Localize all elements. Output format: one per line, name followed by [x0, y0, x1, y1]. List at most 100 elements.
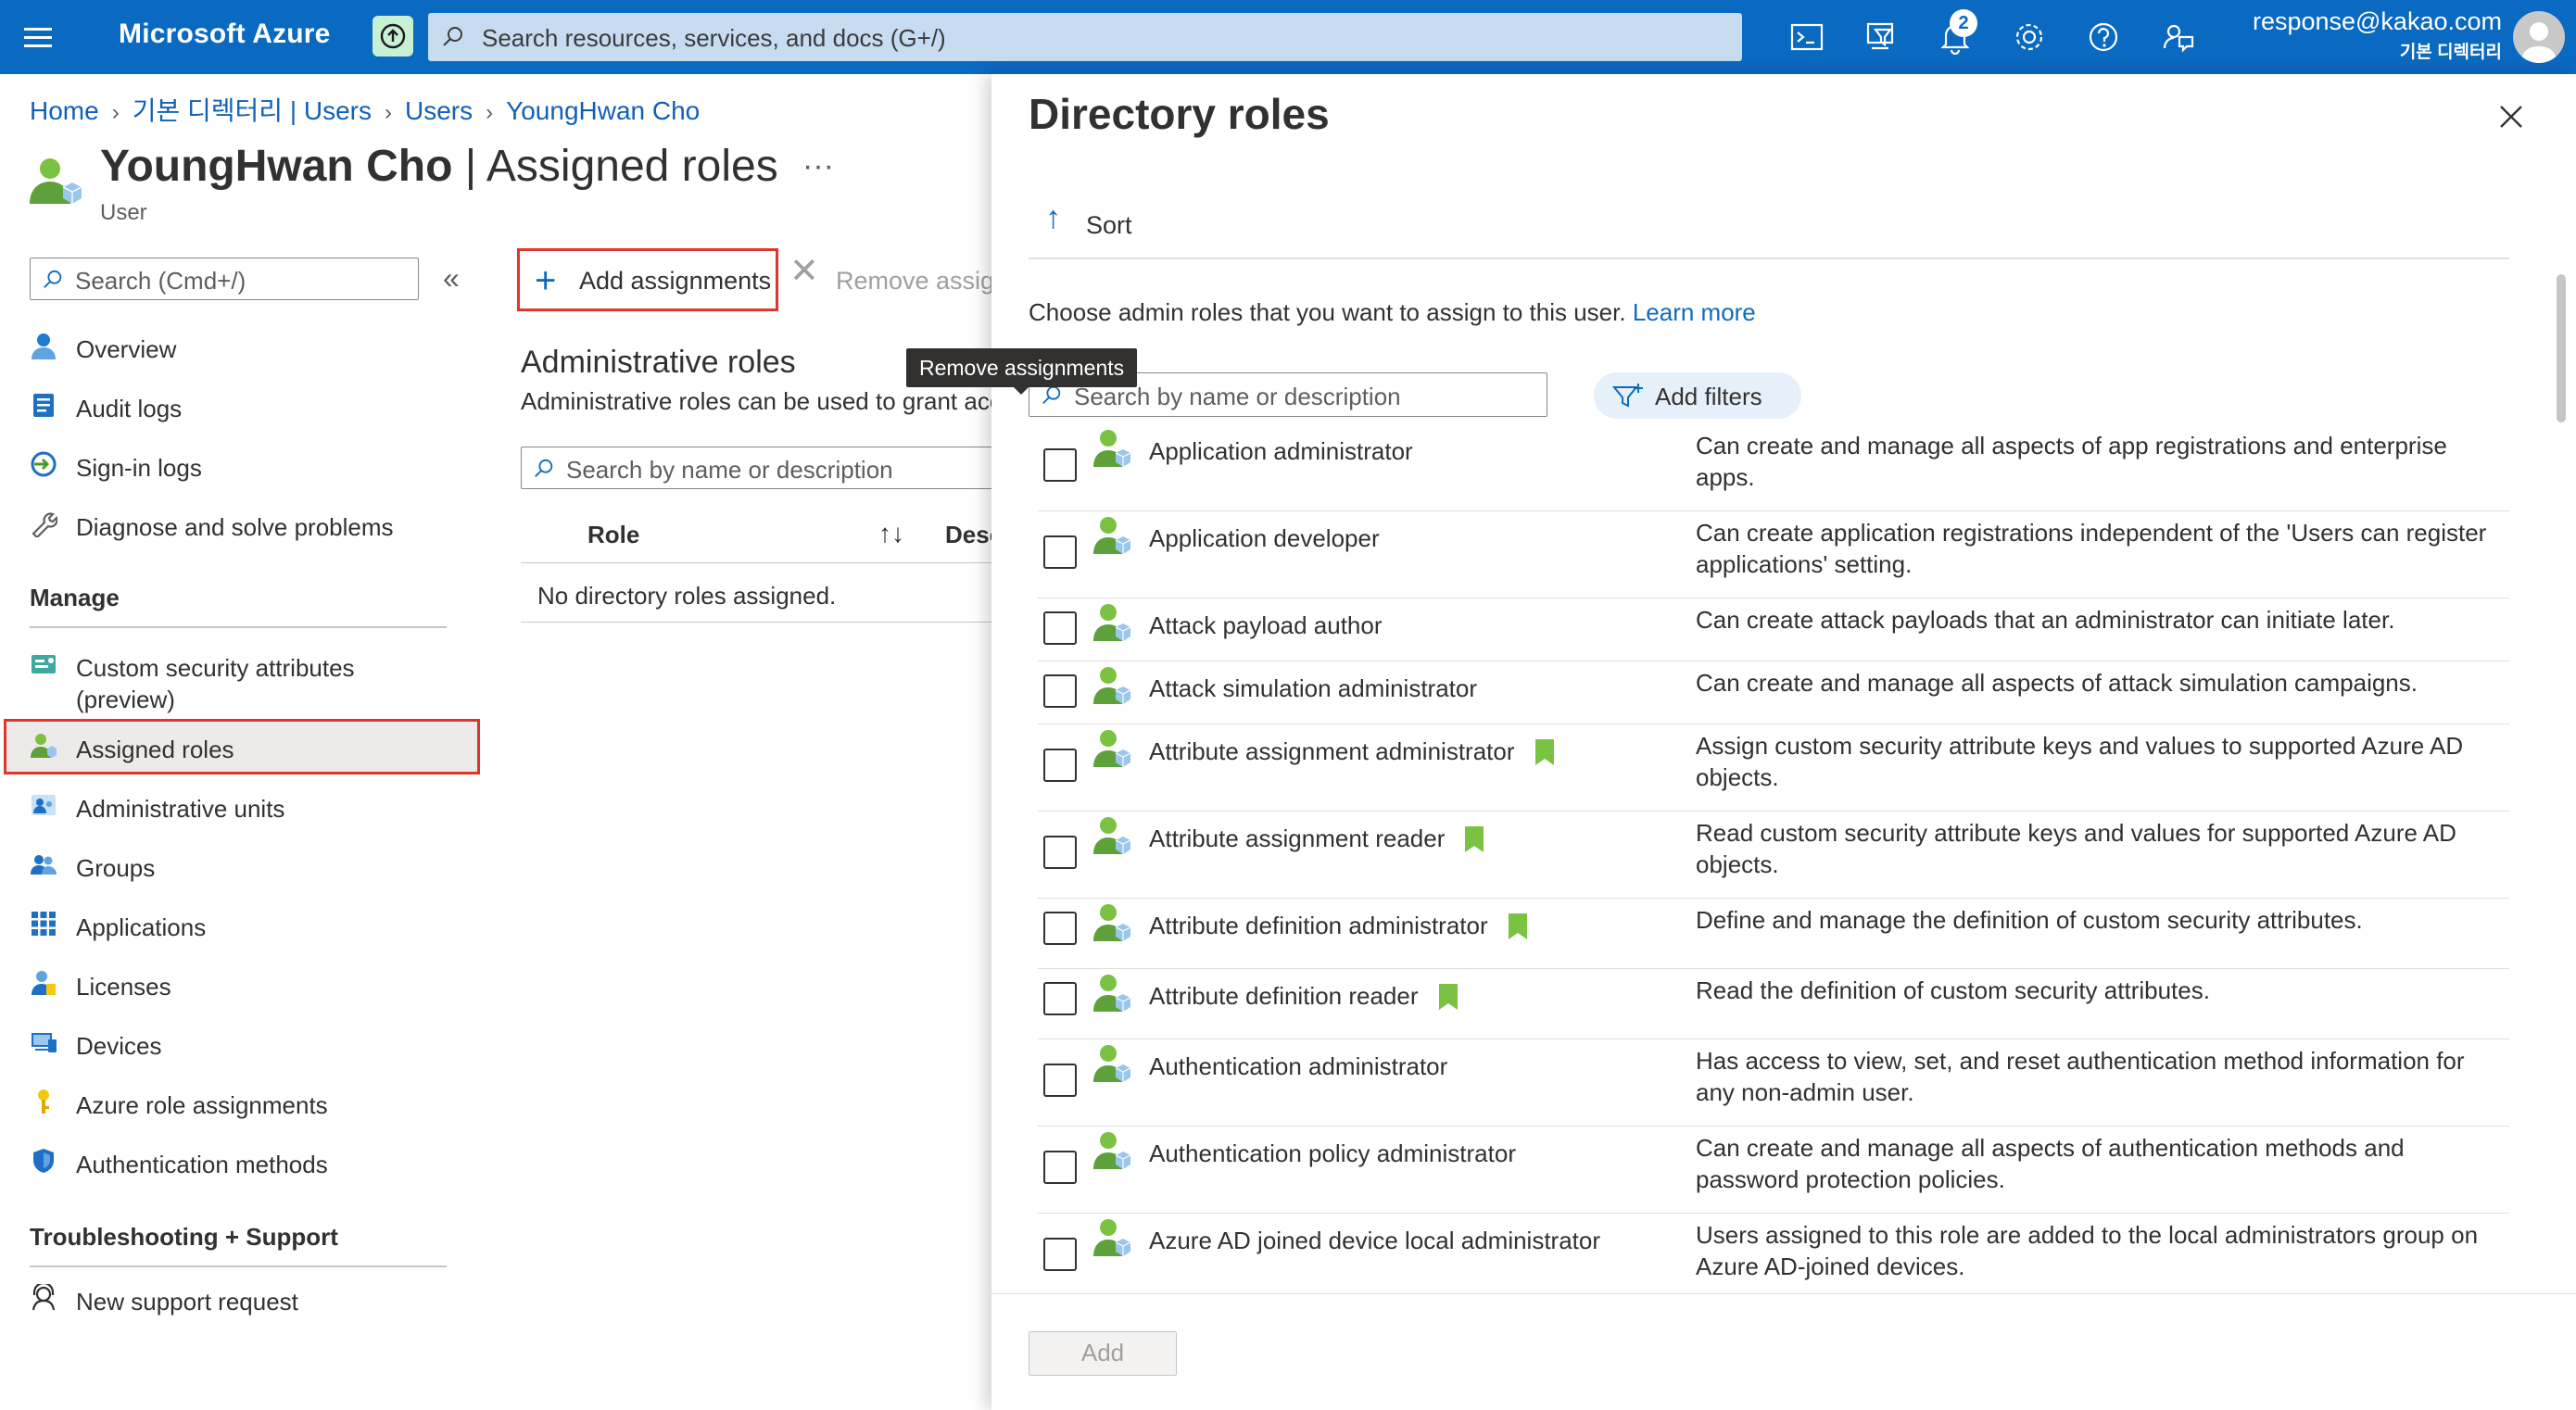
avatar[interactable]: [2513, 11, 2565, 63]
role-name: Attack simulation administrator: [1149, 674, 1478, 702]
wrench-icon: [32, 512, 57, 537]
sidebar-item-licenses[interactable]: Licenses: [30, 960, 474, 1008]
sidebar-item-new-support-request[interactable]: New support request: [30, 1275, 474, 1323]
role-row[interactable]: Azure AD joined device local administrat…: [1038, 1214, 2509, 1301]
role-row[interactable]: Attribute assignment administrator Assign…: [1038, 724, 2509, 812]
global-search-input[interactable]: Search resources, services, and docs (G+…: [428, 13, 1742, 61]
role-description: Define and manage the definition of cust…: [1696, 906, 2363, 934]
preview-bookmark-icon: [1509, 913, 1527, 939]
sidebar-item-applications[interactable]: Applications: [30, 900, 474, 949]
sign-in-icon: [31, 451, 57, 477]
menu-icon[interactable]: [20, 19, 57, 56]
search-icon: [443, 27, 462, 46]
learn-more-link[interactable]: Learn more: [1633, 298, 1756, 326]
sidebar-item-groups[interactable]: Groups: [30, 841, 474, 889]
breadcrumb-user[interactable]: YoungHwan Cho: [506, 96, 700, 125]
role-checkbox[interactable]: [1043, 982, 1077, 1015]
upgrade-icon[interactable]: [373, 16, 413, 57]
close-icon: ✕: [789, 252, 819, 291]
role-icon: [1092, 665, 1132, 706]
add-button[interactable]: Add: [1029, 1331, 1177, 1376]
page-title-suffix: | Assigned roles: [452, 142, 778, 191]
sidebar-item-authentication-methods[interactable]: Authentication methods: [30, 1138, 474, 1186]
role-icon: [1092, 428, 1132, 469]
sidebar-item-diagnose[interactable]: Diagnose and solve problems: [30, 500, 474, 548]
top-bar: Microsoft Azure Search resources, servic…: [0, 0, 2576, 74]
sort-icon[interactable]: ↑↓: [878, 519, 904, 548]
sidebar-item-custom-security-attributes[interactable]: Custom security attributes (preview): [30, 641, 474, 713]
role-name: Attribute definition reader: [1149, 982, 1419, 1010]
breadcrumb-home[interactable]: Home: [30, 96, 99, 125]
preview-bookmark-icon: [1465, 826, 1484, 852]
more-actions-icon[interactable]: ···: [802, 148, 834, 184]
role-icon: [1092, 515, 1132, 556]
role-description: Can create application registrations ind…: [1696, 519, 2487, 578]
role-row[interactable]: Authentication administrator Has access t…: [1038, 1039, 2509, 1127]
add-filters-button[interactable]: Add filters: [1594, 372, 1801, 419]
roles-search-input[interactable]: Search by name or description: [521, 447, 1003, 489]
role-checkbox[interactable]: [1043, 611, 1077, 645]
role-row[interactable]: Attribute definition administrator Define…: [1038, 899, 2509, 969]
feedback-icon[interactable]: [2157, 17, 2198, 57]
directory-filter-icon[interactable]: [1861, 17, 1901, 57]
column-role[interactable]: Role: [587, 521, 639, 549]
chevron-right-icon: ›: [111, 100, 120, 125]
search-icon: [1042, 385, 1061, 404]
devices-icon: [32, 1033, 57, 1052]
role-row[interactable]: Attribute definition reader Read the defi…: [1038, 969, 2509, 1039]
gear-icon[interactable]: [2009, 17, 2050, 57]
close-icon[interactable]: [2493, 98, 2530, 135]
sidebar-item-audit-logs[interactable]: Audit logs: [30, 382, 474, 430]
role-checkbox[interactable]: [1043, 912, 1077, 945]
search-icon: [44, 270, 62, 288]
role-checkbox[interactable]: [1043, 1151, 1077, 1184]
role-name: Authentication policy administrator: [1149, 1139, 1516, 1167]
role-checkbox[interactable]: [1043, 535, 1077, 569]
role-icon: [1092, 1130, 1132, 1171]
add-assignments-button[interactable]: + Add assignments: [517, 248, 778, 311]
plus-icon: +: [535, 260, 557, 301]
role-checkbox[interactable]: [1043, 836, 1077, 869]
sidebar-item-assigned-roles[interactable]: Assigned roles: [30, 723, 474, 771]
cloud-shell-icon[interactable]: [1787, 17, 1827, 57]
filter-add-icon: [1611, 384, 1643, 408]
scrollbar-thumb[interactable]: [2557, 274, 2566, 422]
role-row[interactable]: Attack payload author Can create attack p…: [1038, 598, 2509, 661]
breadcrumb-directory-users[interactable]: 기본 디렉터리 | Users: [133, 96, 372, 125]
role-row[interactable]: Authentication policy administrator Can c…: [1038, 1127, 2509, 1214]
brand-title[interactable]: Microsoft Azure: [119, 19, 331, 50]
preview-bookmark-icon: [1535, 739, 1554, 765]
sidebar-item-devices[interactable]: Devices: [30, 1019, 474, 1067]
sidebar-item-administrative-units[interactable]: Administrative units: [30, 782, 474, 830]
role-checkbox[interactable]: [1043, 749, 1077, 782]
role-row[interactable]: Attribute assignment reader Read custom s…: [1038, 812, 2509, 899]
licenses-icon: [32, 971, 56, 995]
table-empty-row: No directory roles assigned.: [521, 563, 1003, 623]
panel-footer: Add: [991, 1293, 2576, 1410]
user-icon: [32, 334, 56, 359]
account-info[interactable]: response@kakao.com 기본 디렉터리: [2253, 7, 2502, 63]
sidebar-item-sign-in-logs[interactable]: Sign-in logs: [30, 441, 474, 489]
security-attributes-icon: [32, 655, 56, 674]
role-row[interactable]: Application developer Can create applicat…: [1038, 511, 2509, 598]
panel-scrollbar[interactable]: [2554, 261, 2569, 1327]
help-icon[interactable]: [2083, 17, 2124, 57]
sidebar-item-azure-role-assignments[interactable]: Azure role assignments: [30, 1078, 474, 1127]
role-icon: [1092, 602, 1132, 643]
groups-icon: [31, 855, 57, 875]
section-title: Administrative roles: [521, 345, 796, 380]
admin-units-icon: [32, 795, 56, 815]
role-row[interactable]: Attack simulation administrator Can creat…: [1038, 661, 2509, 724]
roles-table-header: Role ↑↓ Description: [521, 508, 1078, 563]
breadcrumb-users[interactable]: Users: [405, 96, 473, 125]
role-checkbox[interactable]: [1043, 674, 1077, 708]
role-checkbox[interactable]: [1043, 1238, 1077, 1271]
role-icon: [1092, 728, 1132, 769]
role-row[interactable]: Application administrator Can create and …: [1038, 424, 2509, 511]
sidebar-search-input[interactable]: Search (Cmd+/): [30, 258, 419, 300]
sidebar-item-overview[interactable]: Overview: [30, 322, 474, 371]
role-icon: [1092, 1217, 1132, 1258]
collapse-sidebar-icon[interactable]: «: [443, 261, 460, 296]
role-checkbox[interactable]: [1043, 1064, 1077, 1097]
role-checkbox[interactable]: [1043, 448, 1077, 482]
